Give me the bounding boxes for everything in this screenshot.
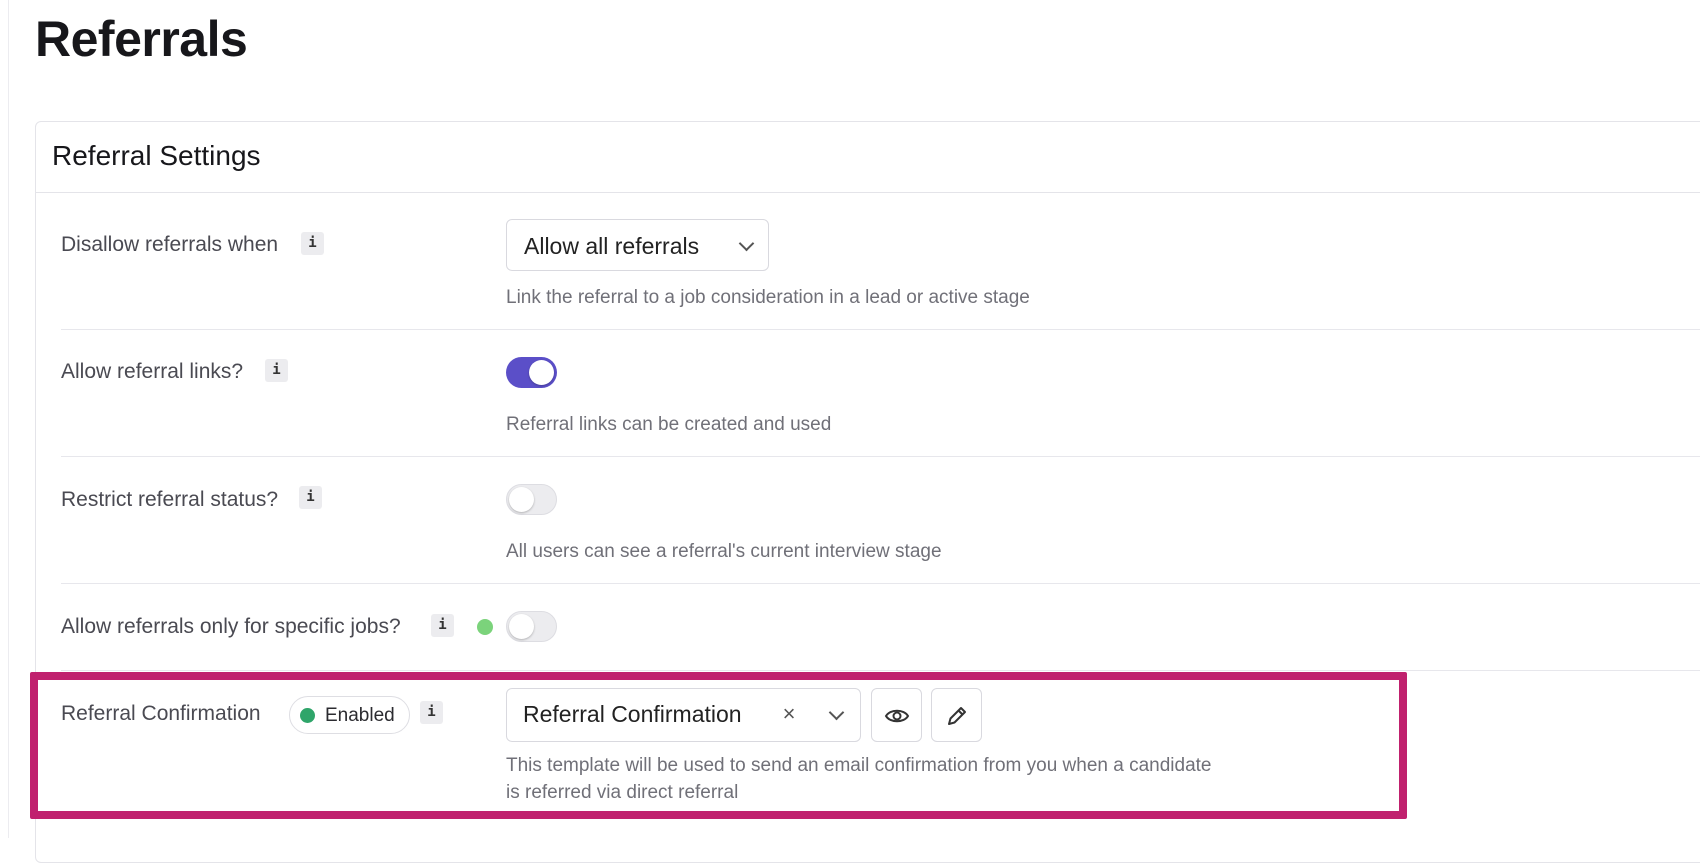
- toggle-knob: [509, 614, 534, 639]
- restrict-referral-status-helper: All users can see a referral's current i…: [506, 541, 942, 562]
- info-icon[interactable]: i: [431, 614, 454, 637]
- disallow-referrals-label: Disallow referrals when: [61, 233, 279, 256]
- disallow-referrals-helper: Link the referral to a job consideration…: [506, 287, 1030, 308]
- disallow-referrals-select-value: Allow all referrals: [524, 233, 700, 259]
- row-divider: [61, 670, 1700, 671]
- row-divider: [61, 329, 1700, 330]
- card-title: Referral Settings: [52, 140, 261, 171]
- specific-jobs-toggle[interactable]: [506, 611, 557, 642]
- info-icon[interactable]: i: [299, 486, 322, 509]
- allow-referral-links-helper: Referral links can be created and used: [506, 414, 832, 435]
- row-divider: [61, 456, 1700, 457]
- highlight-box: [30, 672, 1407, 819]
- restrict-referral-status-label: Restrict referral status?: [61, 488, 279, 511]
- left-divider: [8, 0, 9, 838]
- chevron-down-icon: [738, 235, 755, 252]
- allow-referral-links-label: Allow referral links?: [61, 360, 244, 383]
- info-icon[interactable]: i: [265, 359, 288, 382]
- disallow-referrals-select[interactable]: Allow all referrals: [506, 219, 769, 271]
- specific-jobs-label: Allow referrals only for specific jobs?: [61, 615, 401, 638]
- info-icon[interactable]: i: [301, 232, 324, 255]
- row-divider: [61, 583, 1700, 584]
- toggle-knob: [529, 360, 554, 385]
- restrict-referral-status-toggle[interactable]: [506, 484, 557, 515]
- toggle-knob: [509, 487, 534, 512]
- status-dot: [477, 619, 493, 635]
- allow-referral-links-toggle[interactable]: [506, 357, 557, 388]
- page-title: Referrals: [35, 11, 248, 67]
- card-header: Referral Settings: [36, 122, 1700, 193]
